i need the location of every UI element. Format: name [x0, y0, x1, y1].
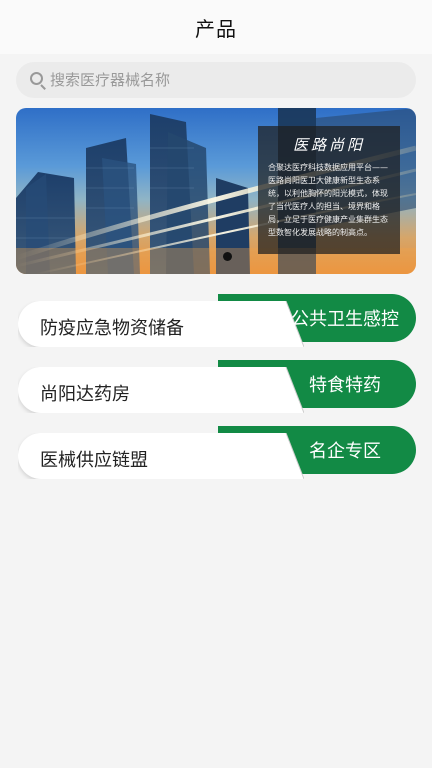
search-icon: [28, 70, 48, 90]
banner-panel-text: 合聚达医疗科技数据应用平台——医路尚阳医卫大健康新型生态系统，以利他胸怀的阳光模…: [268, 163, 388, 237]
header-bar: 产品: [0, 0, 432, 54]
banner-text-panel: 医路尚阳 合聚达医疗科技数据应用平台——医路尚阳医卫大健康新型生态系统，以利他胸…: [258, 126, 400, 254]
search-bar[interactable]: [16, 62, 416, 98]
category-tag-label: 特食特药: [309, 375, 381, 396]
search-input[interactable]: [50, 71, 390, 89]
category-label: 防疫应急物资储备: [40, 318, 184, 339]
banner-carousel[interactable]: 医路尚阳 合聚达医疗科技数据应用平台——医路尚阳医卫大健康新型生态系统，以利他胸…: [16, 108, 416, 274]
carousel-indicator-dot[interactable]: [223, 252, 232, 261]
category-row-2[interactable]: 尚阳达药房 特食特药: [18, 360, 416, 413]
category-row-3[interactable]: 医械供应链盟 名企专区: [18, 426, 416, 479]
category-label: 医械供应链盟: [40, 450, 148, 471]
page-title: 产品: [195, 16, 237, 41]
category-row-1[interactable]: 防疫应急物资储备 公共卫生感控: [18, 294, 416, 347]
banner-panel-title: 医路尚阳: [292, 136, 365, 154]
category-tag-label: 公共卫生感控: [291, 309, 399, 330]
category-tag-label: 名企专区: [309, 441, 381, 462]
category-label: 尚阳达药房: [40, 384, 130, 405]
